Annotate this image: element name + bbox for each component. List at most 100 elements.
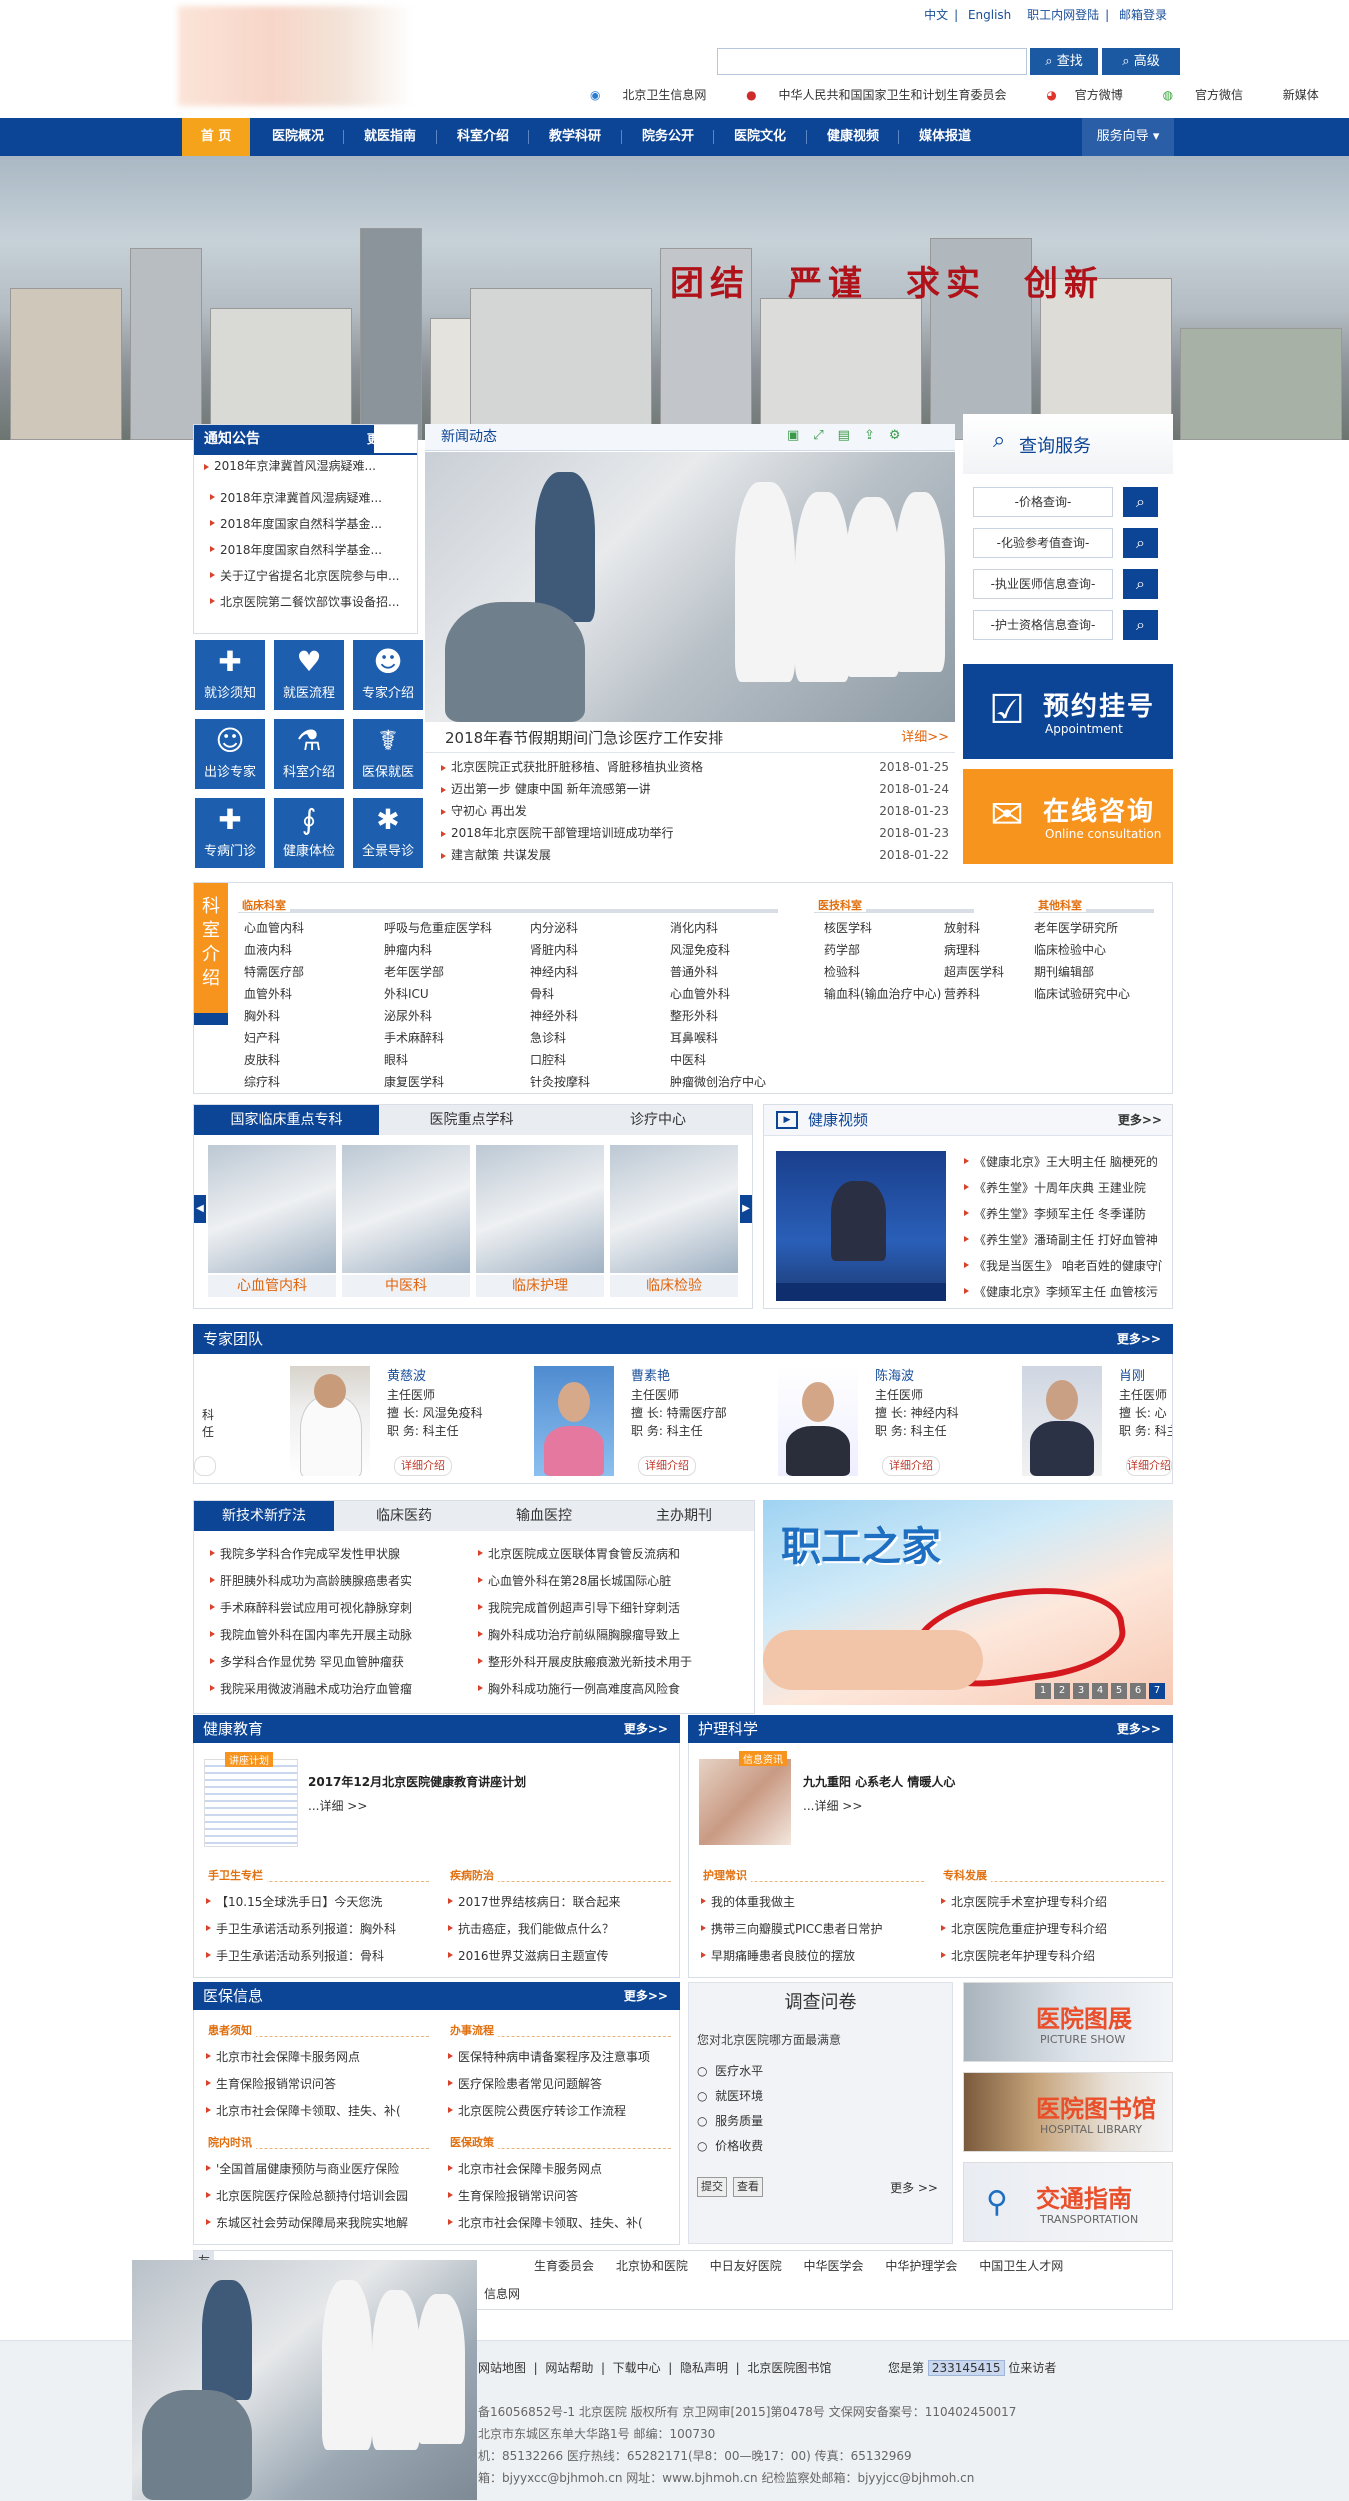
quick-panorama[interactable]: ✱ 全景导诊 [353,798,423,868]
list-item[interactable]: 抗击癌症，我们能做点什么？ [446,1916,671,1943]
department-link[interactable]: 骨科 [530,985,554,1002]
insurance-more-link[interactable]: 更多>> [624,1982,668,2010]
appointment-button[interactable]: ☑ 预约挂号 Appointment [963,664,1173,759]
list-item[interactable]: 携带三向瓣膜式PICC患者日常护 [699,1916,924,1943]
pager-dot[interactable]: 2 [1054,1683,1070,1699]
list-item[interactable]: 北京市社会保障卡领取、挂失、补( [204,2098,429,2125]
new-media-link[interactable]: 新媒体 [1283,88,1319,102]
nav-media[interactable]: 媒体报道 [909,118,981,156]
department-link[interactable]: 中医科 [670,1051,706,1068]
department-link[interactable]: 皮肤科 [244,1051,280,1068]
list-item[interactable]: 关于辽宁省提名北京医院参与申... [208,563,408,589]
health-info-link[interactable]: ◉ 北京卫生信息网 [590,88,724,102]
search-icon[interactable]: ⌕ [1123,487,1158,517]
list-item[interactable]: 我院多学科合作完成罕发性甲状腺 [208,1541,458,1568]
nav-culture[interactable]: 医院文化 [724,118,796,156]
expert-name[interactable]: 陈海波 [875,1368,959,1386]
list-item[interactable]: 《养生堂》潘琦副主任 打好血管神 [962,1227,1162,1253]
friend-link[interactable]: 生育委员会 [534,2259,594,2273]
list-item[interactable]: 2018年京津冀首风湿病疑难... [208,485,408,511]
list-item[interactable]: 手术麻醉科尝试应用可视化静脉穿刺 [208,1595,458,1622]
tab-journals[interactable]: 主办期刊 [614,1501,754,1531]
list-item[interactable]: 北京医院危重症护理专科介绍 [939,1916,1164,1943]
department-link[interactable]: 针灸按摩科 [530,1073,590,1090]
list-item[interactable]: 《健康北京》李频军主任 血管核污 [962,1279,1162,1305]
list-item[interactable]: 《我是当医生》 咱老百姓的健康守门 [962,1253,1162,1279]
department-link[interactable]: 检验科 [824,963,860,980]
department-link[interactable]: 内分泌科 [530,919,578,936]
department-link[interactable]: 呼吸与危重症医学科 [384,919,492,936]
list-item[interactable]: 胸外科成功施行一例高难度高风险食 [476,1676,741,1703]
search-input[interactable] [717,48,1027,75]
department-link[interactable]: 神经内科 [530,963,578,980]
quick-departments[interactable]: ⚗ 科室介绍 [274,719,344,789]
department-link[interactable]: 耳鼻喉科 [670,1029,718,1046]
department-link[interactable]: 超声医学科 [944,963,1004,980]
health-edu-more-link[interactable]: 更多>> [624,1715,668,1743]
department-link[interactable]: 临床试验研究中心 [1034,985,1130,1002]
department-link[interactable]: 妇产科 [244,1029,280,1046]
tab-new-tech[interactable]: 新技术新疗法 [194,1501,334,1531]
expert-detail-button[interactable]: 详细介绍 [638,1456,696,1476]
pager-dot[interactable]: 6 [1130,1683,1146,1699]
department-link[interactable]: 综疗科 [244,1073,280,1090]
specialty-caption[interactable]: 临床护理 [476,1275,604,1297]
list-item[interactable]: 胸外科成功治疗前纵隔胸腺瘤导致上 [476,1622,741,1649]
nav-overview[interactable]: 医院概况 [262,118,334,156]
expert-detail-button[interactable]: 详细介绍 [394,1456,452,1476]
quick-process[interactable]: ♥ 就医流程 [274,640,344,710]
tab-clinical-medicine[interactable]: 临床医药 [334,1501,474,1531]
department-link[interactable]: 整形外科 [670,1007,718,1024]
weibo-link[interactable]: ◕ 官方微博 [1046,88,1141,102]
expert-photo[interactable] [534,1366,614,1476]
friend-link[interactable]: 北京协和医院 [616,2259,688,2273]
search-icon[interactable]: ⌕ [1123,528,1158,558]
list-item[interactable]: 北京医院手术室护理专科介绍 [939,1889,1164,1916]
survey-view-button[interactable]: 查看 [733,2177,763,2197]
department-link[interactable]: 心血管内科 [244,919,304,936]
video-thumbnail[interactable] [776,1151,946,1301]
department-link[interactable]: 临床检验中心 [1034,941,1106,958]
specialty-caption[interactable]: 心血管内科 [208,1275,336,1297]
next-arrow-icon[interactable]: ▶ [740,1195,752,1223]
department-link[interactable]: 消化内科 [670,919,718,936]
list-item[interactable]: 北京医院第二餐饮部饮事设备招... [208,589,408,615]
list-item[interactable]: 东城区社会劳动保障局来我院实地解 [204,2210,429,2237]
list-item[interactable]: 2018年度国家自然科学基金... [208,511,408,537]
department-link[interactable]: 胸外科 [244,1007,280,1024]
nav-affairs[interactable]: 院务公开 [632,118,704,156]
friend-link[interactable]: 中华护理学会 [885,2259,957,2273]
specialty-photo[interactable] [610,1145,738,1273]
list-item[interactable]: 多学科合作显优势 罕见血管肿瘤获 [208,1649,458,1676]
news-headline[interactable]: 2018年春节假期期间门急诊医疗工作安排 [445,724,723,752]
picture-show-banner[interactable]: 医院图展 PICTURE SHOW [963,1982,1173,2062]
share-icons[interactable]: ▣⤢▤⇪⚙ [787,428,915,443]
list-item[interactable]: 手卫生承诺活动系列报道：胸外科 [204,1916,429,1943]
nav-video[interactable]: 健康视频 [817,118,889,156]
list-item[interactable]: 2017世界结核病日：联合起来 [446,1889,671,1916]
lecture-plan-thumbnail[interactable]: 讲座计划 [204,1752,298,1847]
list-item[interactable]: 【10.15全球洗手日】今天您洗 [204,1889,429,1916]
quick-insurance[interactable]: ☤ 医保就医 [353,719,423,789]
footer-link[interactable]: 隐私声明 [680,2361,728,2375]
specialty-photo[interactable] [476,1145,604,1273]
nhfpc-link[interactable]: ● 中华人民共和国国家卫生和计划生育委员会 [746,88,1024,102]
list-item[interactable]: 建言献策 共谋发展 2018-01-22 [439,844,949,866]
nursing-feature-title[interactable]: 九九重阳 心系老人 情暖人心 [803,1773,955,1790]
list-item[interactable]: 我院血管外科在国内率先开展主动脉 [208,1622,458,1649]
nav-home[interactable]: 首 页 [182,118,250,156]
list-item[interactable]: 北京医院医疗保险总额持付培训会园 [204,2183,429,2210]
survey-option[interactable]: ○ 服务质量 [697,2109,763,2134]
department-link[interactable]: 老年医学研究所 [1034,919,1118,936]
floating-news-photo[interactable] [132,2260,477,2500]
quick-checkup[interactable]: ∮ 健康体检 [274,798,344,868]
specialty-photo[interactable] [342,1145,470,1273]
department-link[interactable]: 药学部 [824,941,860,958]
video-more-link[interactable]: 更多>> [1118,1105,1162,1135]
news-detail-link[interactable]: 详细>> [901,724,949,752]
staff-home-banner[interactable]: 职工之家 1 2 3 4 5 6 7 [763,1500,1173,1705]
list-item[interactable]: 整形外科开展皮肤瘢痕激光新技术用于 [476,1649,741,1676]
news-photo[interactable] [425,452,955,722]
friend-link[interactable]: 中国卫生人才网 [979,2259,1063,2273]
department-link[interactable]: 输血科(输血治疗中心) [824,985,941,1002]
